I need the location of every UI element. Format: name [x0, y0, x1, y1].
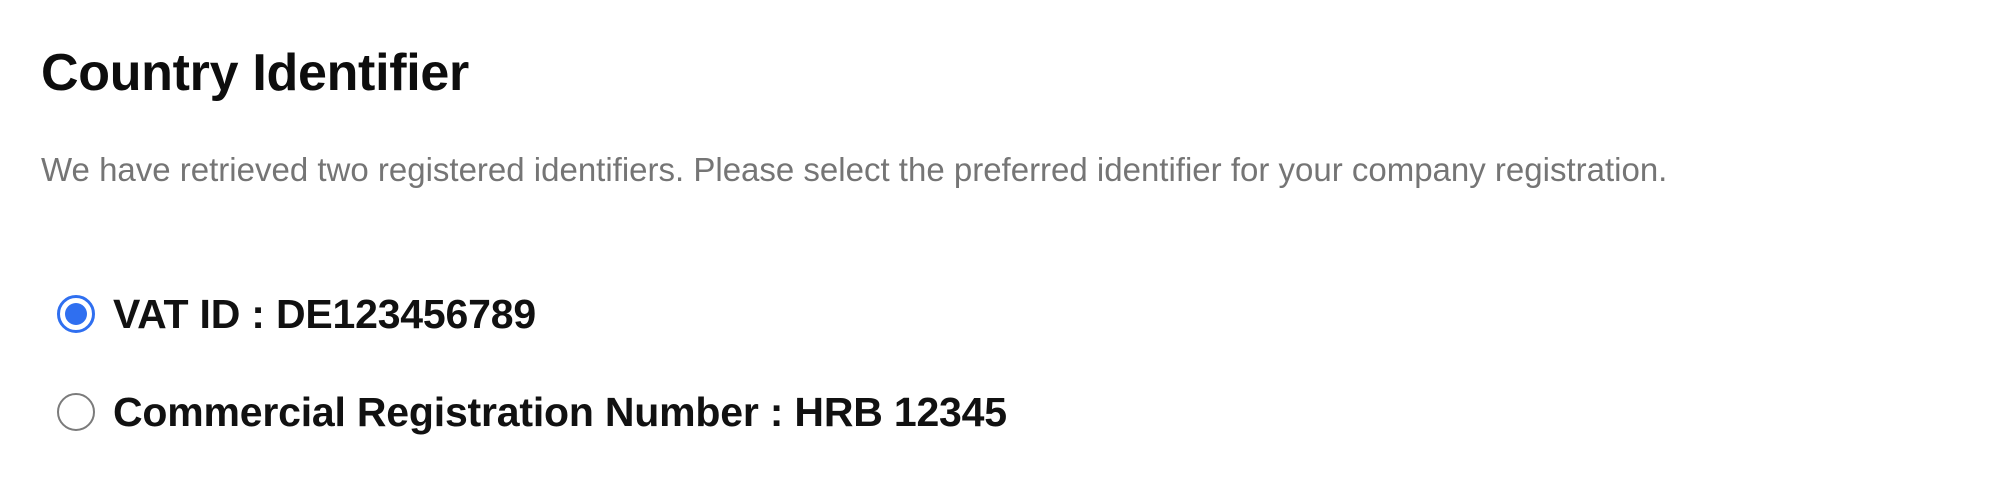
radio-button-selected[interactable] [57, 295, 95, 333]
option-vat-id[interactable]: VAT ID : DE123456789 [41, 286, 1970, 342]
option-commercial-registration-number[interactable]: Commercial Registration Number : HRB 123… [41, 384, 1970, 440]
option-label-commercial-registration-number: Commercial Registration Number : HRB 123… [113, 389, 1007, 435]
page-description: We have retrieved two registered identif… [41, 151, 1668, 188]
country-identifier-panel: Country Identifier We have retrieved two… [0, 0, 2010, 490]
radio-dot [65, 303, 87, 325]
option-label-vat-id: VAT ID : DE123456789 [113, 291, 536, 337]
radio-button-unselected[interactable] [57, 393, 95, 431]
page-title: Country Identifier [41, 44, 469, 102]
identifier-radio-group: VAT ID : DE123456789 Commercial Registra… [41, 286, 1970, 440]
